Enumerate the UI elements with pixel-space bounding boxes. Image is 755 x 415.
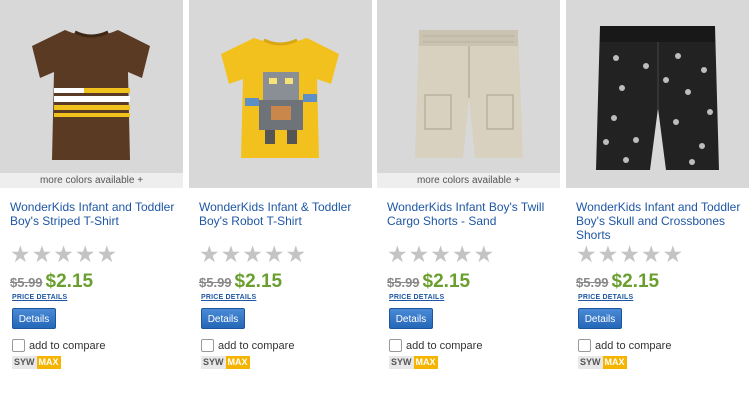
compare-checkbox[interactable] xyxy=(201,339,214,353)
compare-label[interactable]: add to compare xyxy=(406,340,482,352)
sale-price: $2.15 xyxy=(234,271,283,292)
max-badge-text: MAX xyxy=(36,356,61,369)
price-row: $5.99 $2.15 xyxy=(199,271,282,293)
product-title-link[interactable]: WonderKids Infant & Toddler Boy's Robot … xyxy=(199,200,369,228)
original-price: $5.99 xyxy=(576,275,609,290)
sale-price: $2.15 xyxy=(45,271,94,292)
compare-label[interactable]: add to compare xyxy=(29,340,105,352)
price-row: $5.99 $2.15 xyxy=(387,271,470,293)
syw-badge-text: SYW xyxy=(578,356,603,369)
star-icon: ★ xyxy=(662,241,684,267)
original-price: $5.99 xyxy=(199,275,232,290)
star-icon: ★ xyxy=(10,241,31,267)
product-image[interactable] xyxy=(566,0,749,188)
star-icon: ★ xyxy=(451,241,473,267)
syw-max-badge: SYW MAX xyxy=(201,356,250,369)
rating-stars: ★★★★★ xyxy=(576,241,706,267)
max-badge-text: MAX xyxy=(413,356,438,369)
star-icon: ★ xyxy=(640,241,662,267)
price-details-link[interactable]: PRICE DETAILS xyxy=(578,294,633,301)
syw-badge-text: SYW xyxy=(389,356,414,369)
star-icon: ★ xyxy=(74,241,96,267)
sale-price: $2.15 xyxy=(611,271,660,292)
compare-row: add to compare xyxy=(389,337,482,355)
product-title-link[interactable]: WonderKids Infant Boy's Twill Cargo Shor… xyxy=(387,200,557,228)
star-icon: ★ xyxy=(597,241,619,267)
rating-stars: ★★★★★ xyxy=(387,241,517,267)
product-card: more colors available + WonderKids Infan… xyxy=(0,0,183,415)
compare-row: add to compare xyxy=(12,337,105,355)
original-price: $5.99 xyxy=(10,275,43,290)
star-icon: ★ xyxy=(408,241,430,267)
star-icon: ★ xyxy=(199,241,220,267)
details-button[interactable]: Details xyxy=(389,308,433,329)
star-icon: ★ xyxy=(619,241,640,267)
product-title-link[interactable]: WonderKids Infant and Toddler Boy's Skul… xyxy=(576,200,746,242)
robot-tshirt-image xyxy=(221,38,339,158)
skull-shorts-image xyxy=(596,26,719,170)
star-icon: ★ xyxy=(473,241,495,267)
price-details-link[interactable]: PRICE DETAILS xyxy=(201,294,256,301)
max-badge-text: MAX xyxy=(225,356,250,369)
price-row: $5.99 $2.15 xyxy=(576,271,659,293)
rating-stars: ★★★★★ xyxy=(199,241,329,267)
details-button[interactable]: Details xyxy=(201,308,245,329)
star-icon: ★ xyxy=(96,241,118,267)
cargo-shorts-image xyxy=(415,30,523,158)
product-card: WonderKids Infant & Toddler Boy's Robot … xyxy=(189,0,372,415)
compare-checkbox[interactable] xyxy=(578,339,591,353)
product-card: WonderKids Infant and Toddler Boy's Skul… xyxy=(566,0,749,415)
syw-max-badge: SYW MAX xyxy=(578,356,627,369)
compare-checkbox[interactable] xyxy=(12,339,25,353)
more-colors-link[interactable]: more colors available + xyxy=(377,173,560,188)
price-details-link[interactable]: PRICE DETAILS xyxy=(389,294,444,301)
product-image[interactable]: more colors available + xyxy=(0,0,183,188)
details-button[interactable]: Details xyxy=(578,308,622,329)
max-badge-text: MAX xyxy=(602,356,627,369)
compare-row: add to compare xyxy=(201,337,294,355)
star-icon: ★ xyxy=(220,241,242,267)
original-price: $5.99 xyxy=(387,275,420,290)
star-icon: ★ xyxy=(285,241,307,267)
star-icon: ★ xyxy=(242,241,263,267)
more-colors-link[interactable]: more colors available + xyxy=(0,173,183,188)
product-title-link[interactable]: WonderKids Infant and Toddler Boy's Stri… xyxy=(10,200,180,228)
star-icon: ★ xyxy=(430,241,451,267)
product-card: more colors available + WonderKids Infan… xyxy=(377,0,560,415)
product-image[interactable] xyxy=(189,0,372,188)
sale-price: $2.15 xyxy=(422,271,471,292)
star-icon: ★ xyxy=(53,241,74,267)
syw-max-badge: SYW MAX xyxy=(12,356,61,369)
syw-badge-text: SYW xyxy=(201,356,226,369)
price-row: $5.99 $2.15 xyxy=(10,271,93,293)
price-details-link[interactable]: PRICE DETAILS xyxy=(12,294,67,301)
compare-label[interactable]: add to compare xyxy=(218,340,294,352)
compare-row: add to compare xyxy=(578,337,671,355)
syw-max-badge: SYW MAX xyxy=(389,356,438,369)
striped-tshirt-image xyxy=(32,30,150,160)
details-button[interactable]: Details xyxy=(12,308,56,329)
star-icon: ★ xyxy=(31,241,53,267)
compare-checkbox[interactable] xyxy=(389,339,402,353)
rating-stars: ★★★★★ xyxy=(10,241,140,267)
product-image[interactable]: more colors available + xyxy=(377,0,560,188)
syw-badge-text: SYW xyxy=(12,356,37,369)
star-icon: ★ xyxy=(263,241,285,267)
compare-label[interactable]: add to compare xyxy=(595,340,671,352)
star-icon: ★ xyxy=(576,241,597,267)
star-icon: ★ xyxy=(387,241,408,267)
